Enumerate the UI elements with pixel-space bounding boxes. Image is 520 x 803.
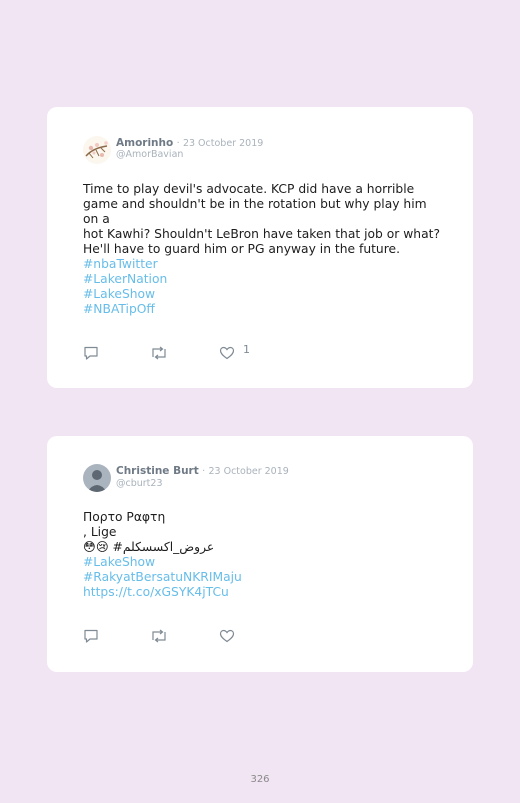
avatar[interactable] (83, 464, 111, 492)
separator: · (202, 466, 206, 477)
tweet-date: 23 October 2019 (208, 466, 289, 477)
author-name[interactable]: Christine Burt (116, 465, 199, 477)
tweet-text: Time to play devil's advocate. KCP did h… (83, 182, 443, 257)
text-line: 😳😢 #عروض_اكسسكلم (83, 540, 215, 554)
separator: · (176, 138, 180, 149)
heart-icon[interactable] (219, 628, 235, 647)
like-count: 1 (243, 343, 250, 356)
author-handle[interactable]: @AmorBavian (116, 149, 183, 160)
hashtag-link[interactable]: #LakeShow (83, 555, 443, 570)
hashtag-link[interactable]: #RakyatBersatuNKRIMaju (83, 570, 443, 585)
reply-icon[interactable] (83, 628, 99, 647)
hashtag-link[interactable]: #NBATipOff (83, 302, 443, 317)
tweet-actions (83, 628, 283, 643)
tweet-text: Πορτο Ραφτη , Lige 😳😢 #عروض_اكسسكلم #Lak… (83, 510, 443, 600)
text-line: Πορτο Ραφτη (83, 510, 166, 524)
text-line: , Lige (83, 525, 117, 539)
retweet-icon[interactable] (150, 345, 168, 364)
url-link[interactable]: https://t.co/xGSYK4jTCu (83, 585, 443, 600)
tweet-hashtags: #nbaTwitter #LakerNation #LakeShow #NBAT… (83, 257, 443, 317)
avatar[interactable] (83, 136, 111, 164)
retweet-icon[interactable] (150, 628, 168, 647)
text-line: game and shouldn't be in the rotation bu… (83, 197, 427, 226)
hashtag-link[interactable]: #LakerNation (83, 272, 443, 287)
tweet-card: Christine Burt · 23 October 2019 @cburt2… (47, 436, 473, 672)
hashtag-link[interactable]: #LakeShow (83, 287, 443, 302)
heart-icon[interactable] (219, 345, 235, 364)
tweet-header: Amorinho · 23 October 2019 (116, 137, 263, 149)
author-name[interactable]: Amorinho (116, 137, 173, 149)
tweet-header: Christine Burt · 23 October 2019 (116, 465, 289, 477)
author-handle[interactable]: @cburt23 (116, 478, 163, 489)
text-line: hot Kawhi? Shouldn't LeBron have taken t… (83, 227, 440, 241)
text-line: Time to play devil's advocate. KCP did h… (83, 182, 415, 196)
reply-icon[interactable] (83, 345, 99, 364)
tweet-card: Amorinho · 23 October 2019 @AmorBavian T… (47, 107, 473, 388)
tweet-date: 23 October 2019 (182, 138, 264, 149)
page-number: 326 (250, 774, 270, 785)
text-line: He'll have to guard him or PG anyway in … (83, 242, 400, 256)
tweet-actions: 1 (83, 343, 283, 360)
hashtag-link[interactable]: #nbaTwitter (83, 257, 443, 272)
